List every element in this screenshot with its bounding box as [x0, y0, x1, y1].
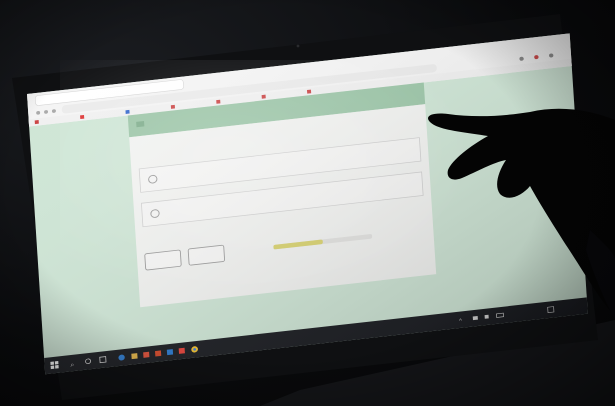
photo: ⌕ ^: [0, 0, 615, 406]
laptop: ⌕ ^: [12, 14, 615, 406]
webcam: [296, 44, 300, 48]
